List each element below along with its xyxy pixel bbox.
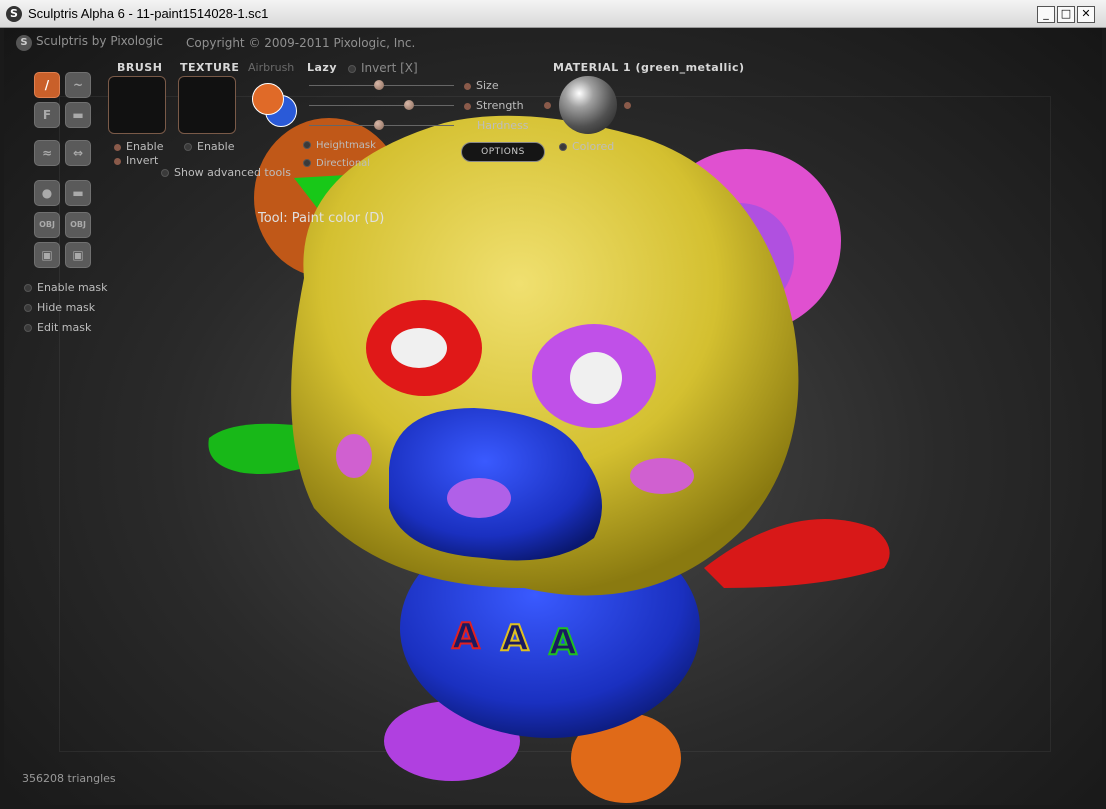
- radio-dot-icon: [114, 143, 121, 151]
- radio-dot-icon: [303, 159, 311, 167]
- paint-brush-tool[interactable]: /: [34, 72, 60, 98]
- invert-x-toggle[interactable]: Invert [X]: [348, 61, 418, 75]
- right-eye: [570, 352, 622, 404]
- flatten-tool[interactable]: F: [34, 102, 60, 128]
- radio-dot-icon: [544, 101, 551, 109]
- tool-status: Tool: Paint color (D): [258, 211, 385, 226]
- chest-letter-2: A: [501, 618, 529, 659]
- texture-slot[interactable]: [178, 76, 236, 134]
- brush-enable-toggle[interactable]: Enable: [114, 140, 163, 153]
- hide-mask-toggle[interactable]: Hide mask: [24, 301, 95, 314]
- obj-label: OBJ: [70, 220, 86, 229]
- radio-dot-icon: [559, 143, 567, 151]
- load-icon: ▣: [72, 248, 84, 262]
- material-label: MATERIAL 1 (green_metallic): [553, 61, 745, 74]
- brush-heading: BRUSH: [117, 61, 163, 74]
- window-title: Sculptris Alpha 6 - 11-paint1514028-1.sc…: [28, 6, 269, 21]
- radio-dot-icon: [348, 64, 356, 73]
- symmetry-tool[interactable]: ⇔: [65, 140, 91, 166]
- radio-dot-icon: [24, 324, 32, 332]
- flatten-letter: F: [42, 108, 52, 122]
- brand-text: S Sculptris by Pixologic: [16, 34, 163, 51]
- export-obj-button[interactable]: OBJ: [65, 212, 91, 238]
- plane-tool[interactable]: ▬: [65, 180, 91, 206]
- airbrush-label[interactable]: Airbrush: [248, 61, 294, 74]
- edit-mask-toggle[interactable]: Edit mask: [24, 321, 91, 334]
- heightmask-toggle[interactable]: Heightmask: [303, 140, 376, 151]
- material-left-dot: [544, 98, 556, 111]
- pinch-tool[interactable]: ≈: [34, 140, 60, 166]
- radio-dot-icon: [161, 169, 169, 177]
- triangle-count: 356208 triangles: [22, 772, 116, 785]
- bear-model[interactable]: A A A: [4, 28, 1102, 805]
- save-button[interactable]: ▣: [34, 242, 60, 268]
- inflate-tool[interactable]: ●: [34, 180, 60, 206]
- sculptris-app-icon: S: [6, 6, 22, 22]
- obj-label: OBJ: [39, 220, 55, 229]
- radio-dot-icon: [24, 304, 32, 312]
- title-bar: S Sculptris Alpha 6 - 11-paint1514028-1.…: [0, 0, 1106, 28]
- brush-icon: /: [44, 78, 50, 92]
- plane-icon: ▬: [72, 186, 84, 200]
- options-button[interactable]: OPTIONS: [461, 142, 545, 162]
- crease-tool[interactable]: ~: [65, 72, 91, 98]
- directional-toggle[interactable]: Directional: [303, 158, 370, 169]
- radio-dot-icon: [464, 102, 471, 110]
- sphere-icon: ●: [41, 186, 53, 200]
- left-cheek: [336, 434, 372, 478]
- close-button[interactable]: ✕: [1077, 6, 1095, 23]
- radio-dot-icon: [114, 157, 121, 165]
- pinch-icon: ≈: [41, 146, 53, 160]
- material-right-dot: [624, 98, 636, 111]
- hardness-slider-knob[interactable]: [374, 120, 384, 130]
- smooth-icon: ▬: [72, 108, 84, 122]
- size-slider-knob[interactable]: [374, 80, 384, 90]
- radio-dot-icon: [184, 143, 192, 151]
- colored-toggle[interactable]: Colored: [559, 140, 614, 153]
- hardness-label: Hardness: [477, 119, 529, 132]
- chest-letter-1: A: [452, 616, 480, 657]
- load-button[interactable]: ▣: [65, 242, 91, 268]
- import-obj-button[interactable]: OBJ: [34, 212, 60, 238]
- maximize-button[interactable]: □: [1057, 6, 1075, 23]
- sculptris-logo-icon: S: [16, 35, 32, 51]
- crease-icon: ~: [72, 78, 84, 92]
- enable-mask-toggle[interactable]: Enable mask: [24, 281, 108, 294]
- texture-enable-toggle[interactable]: Enable: [184, 140, 234, 153]
- strength-label: Strength: [464, 99, 524, 112]
- chest-letter-3: A: [549, 622, 577, 663]
- left-eye: [391, 328, 447, 368]
- radio-dot-icon: [303, 141, 311, 149]
- strength-slider-knob[interactable]: [404, 100, 414, 110]
- nose: [447, 478, 511, 518]
- right-cheek: [630, 458, 694, 494]
- radio-dot-icon: [464, 82, 471, 90]
- strength-slider-track[interactable]: [309, 105, 454, 106]
- viewport[interactable]: A A A S Sculptris by Pixologic Copyright …: [4, 28, 1102, 805]
- arrows-icon: ⇔: [72, 146, 84, 160]
- material-preview[interactable]: [559, 76, 617, 134]
- brush-slot[interactable]: [108, 76, 166, 134]
- size-label: Size: [464, 79, 499, 92]
- radio-dot-icon: [24, 284, 32, 292]
- primary-color-swatch[interactable]: [252, 83, 284, 115]
- texture-heading: TEXTURE: [180, 61, 240, 74]
- minimize-button[interactable]: _: [1037, 6, 1055, 23]
- copyright-text: Copyright © 2009-2011 Pixologic, Inc.: [186, 36, 416, 50]
- radio-dot-icon: [624, 101, 631, 109]
- save-icon: ▣: [41, 248, 53, 262]
- lazy-label[interactable]: Lazy: [307, 61, 337, 74]
- show-advanced-toggle[interactable]: Show advanced tools: [161, 166, 291, 179]
- smooth-tool[interactable]: ▬: [65, 102, 91, 128]
- brush-invert-toggle[interactable]: Invert: [114, 154, 158, 167]
